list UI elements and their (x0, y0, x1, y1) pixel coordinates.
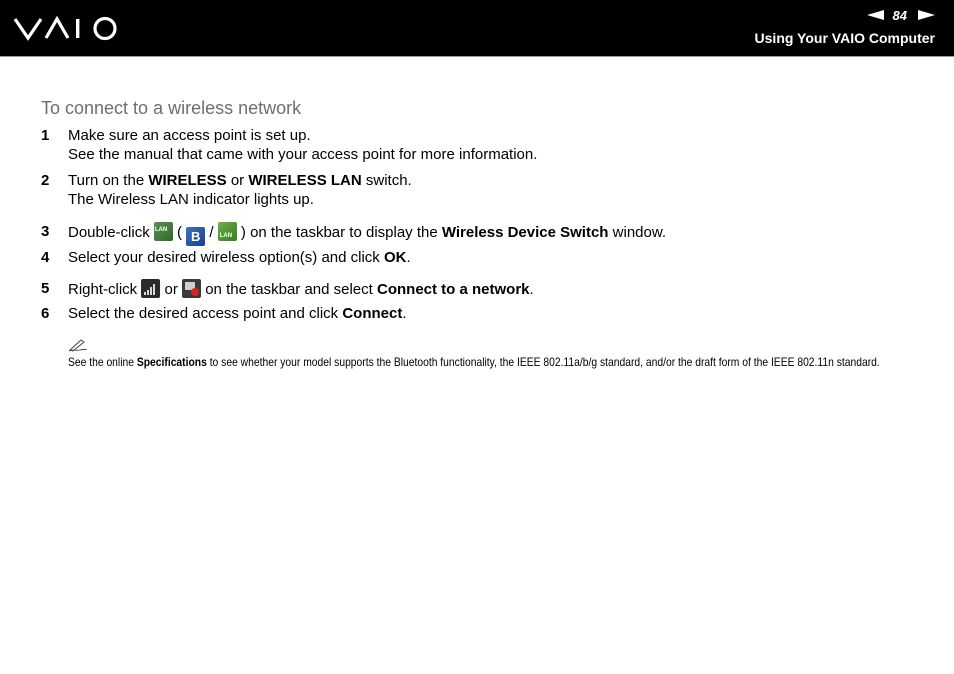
page-number: 84 (892, 7, 907, 23)
step-number: 4 (41, 249, 50, 266)
step-subtext: See the manual that came with your acces… (68, 146, 538, 163)
lan-icon (217, 222, 237, 246)
step-text: Select the desired access point and clic… (68, 305, 407, 322)
step-text: Make sure an access point is set up. (68, 127, 311, 144)
vaio-logo (13, 15, 117, 41)
step-number: 6 (41, 305, 50, 322)
step-subtext: The Wireless LAN indicator lights up. (68, 191, 314, 208)
section-title: Using Your VAIO Computer (754, 30, 935, 46)
step-number: 2 (41, 172, 50, 189)
page-navigation: 84 (866, 7, 935, 23)
step-text: Right-click or on the taskbar and select… (68, 279, 534, 298)
wireless-signal-icon (141, 279, 161, 298)
step-text: Select your desired wireless option(s) a… (68, 249, 411, 266)
wireless-lan-icon (153, 221, 173, 241)
network-disconnected-icon (182, 279, 202, 298)
page-header: 84 Using Your VAIO Computer (0, 0, 954, 57)
bluetooth-icon: B (186, 227, 206, 246)
next-page-icon[interactable] (918, 10, 935, 20)
step-text: Turn on the WIRELESS or WIRELESS LAN swi… (68, 172, 412, 189)
pencil-note-icon (68, 339, 88, 352)
previous-page-icon[interactable] (866, 10, 884, 20)
step-number: 5 (41, 280, 50, 297)
step-number: 3 (41, 223, 50, 240)
step-text: Double-click ( B / ) on the taskbar to d… (68, 221, 666, 246)
procedure-heading: To connect to a wireless network (41, 98, 302, 118)
step-number: 1 (41, 127, 50, 144)
note-text: See the online Specifications to see whe… (68, 355, 880, 369)
